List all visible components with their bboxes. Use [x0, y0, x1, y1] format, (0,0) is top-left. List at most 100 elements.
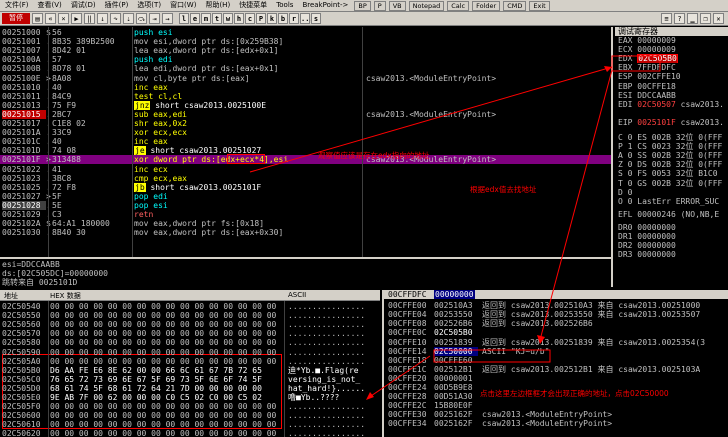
- window-letter-button[interactable]: e: [190, 13, 200, 24]
- flag-row[interactable]: C 0 ES 002B 32位 0(FFF: [615, 133, 728, 142]
- disasm-row[interactable]: 00251022.41inc ecx: [0, 165, 611, 174]
- goto-icon[interactable]: →: [162, 13, 173, 24]
- disasm-row[interactable]: 00251030.8B40 30mov eax,dword ptr ds:[ea…: [0, 228, 611, 237]
- dump-row[interactable]: 02C505C0 76 65 72 73 69 6E 67 5F 69 73 5F…: [0, 375, 380, 384]
- disasm-row[interactable]: 00251029.C3retn: [0, 210, 611, 219]
- disasm-row[interactable]: 00251028.5Epop esi: [0, 200, 611, 210]
- register-row[interactable]: EDX 02C505B0: [615, 54, 728, 64]
- window-letter-button[interactable]: l: [179, 13, 189, 24]
- disasm-row[interactable]: 0025100E>8A08mov cl,byte ptr ds:[eax]csa…: [0, 74, 611, 83]
- disassembly-pane[interactable]: 00251000$56push esi00251001.8B35 389B250…: [0, 27, 613, 257]
- dump-row[interactable]: 02C50600 00 00 00 00 00 00 00 00 00 00 00…: [0, 411, 380, 420]
- menu-tab[interactable]: Calc: [447, 0, 470, 11]
- menu-tab[interactable]: P: [373, 0, 386, 11]
- stack-row[interactable]: 00CFFE10 00251839 返回到 csaw2013.00251839 来自…: [384, 338, 728, 347]
- dump-row[interactable]: 02C505E0 9E AB 7F 00 62 00 00 00 C0 C5 02…: [0, 393, 380, 402]
- dump-row[interactable]: 02C50550 00 00 00 00 00 00 00 00 00 00 00…: [0, 311, 380, 320]
- flag-row[interactable]: O 0 LastErr ERROR_SUC: [615, 197, 728, 206]
- stack-row[interactable]: 00CFFE04 00253550 返回到 csaw2013.00253550 来自…: [384, 310, 728, 319]
- dump-row[interactable]: 02C50570 00 00 00 00 00 00 00 00 00 00 00…: [0, 329, 380, 338]
- registers-pane[interactable]: 调试寄存器 EAX 00000009 ECX 00000009 EDX 02C505…: [615, 27, 728, 289]
- menu-item[interactable]: BreakPoint->: [299, 0, 351, 11]
- menu-item[interactable]: 选项(T): [134, 0, 164, 11]
- dump-row[interactable]: 02C50590 00 00 00 00 00 00 00 00 00 00 00…: [0, 348, 380, 357]
- menu-tab[interactable]: Exit: [529, 0, 550, 11]
- menu-item[interactable]: 帮助(H): [202, 0, 233, 11]
- window-letter-button[interactable]: t: [212, 13, 222, 24]
- window-letter-button[interactable]: c: [245, 13, 255, 24]
- trace-into-icon[interactable]: ⇣: [123, 13, 134, 24]
- menu-item[interactable]: 查看(V): [35, 0, 65, 11]
- disasm-row[interactable]: 00251007.8D42 01lea eax,dword ptr ds:[ed…: [0, 46, 611, 55]
- register-row[interactable]: EBX 7FFDFDFC: [615, 63, 728, 72]
- stack-row[interactable]: 00CFFE34 0025162F csaw2013.<ModuleEntryPoi…: [384, 419, 728, 428]
- menu-item[interactable]: 文件(F): [2, 0, 32, 11]
- register-row[interactable]: ECX 00000009: [615, 45, 728, 54]
- dump-row[interactable]: 02C50560 00 00 00 00 00 00 00 00 00 00 00…: [0, 320, 380, 329]
- menu-tab[interactable]: Folder: [472, 0, 501, 11]
- menu-item[interactable]: Tools: [273, 0, 296, 11]
- disasm-row[interactable]: 0025100B.8D78 01lea edi,dword ptr ds:[ea…: [0, 64, 611, 73]
- register-row[interactable]: EDI 02C50507 csaw2013.: [615, 100, 728, 109]
- menu-item[interactable]: 快捷菜单: [236, 0, 270, 11]
- stack-row[interactable]: 00CFFE18 00CFFE60: [384, 356, 728, 365]
- run-icon[interactable]: ▶: [71, 13, 82, 24]
- dump-row[interactable]: 02C50610 00 00 00 00 00 00 00 00 00 00 00…: [0, 420, 380, 429]
- stack-pane[interactable]: 00CFFDFC 00000000 00CFFE00 002510A3 返回到 cs…: [382, 290, 728, 437]
- dump-row[interactable]: 02C505A0 00 00 00 00 00 00 00 00 00 00 00…: [0, 357, 380, 366]
- execute-till-return-icon[interactable]: ⇥: [149, 13, 160, 24]
- menu-item[interactable]: 插件(P): [102, 0, 132, 11]
- flag-row[interactable]: S 0 FS 0053 32位 B1C0: [615, 169, 728, 178]
- window-letter-button[interactable]: b: [278, 13, 288, 24]
- dump-row[interactable]: 02C50540 00 00 00 00 00 00 00 00 00 00 00…: [0, 302, 380, 311]
- flag-row[interactable]: Z 0 DS 002B 32位 0(FFF: [615, 160, 728, 169]
- stack-row[interactable]: 00CFFE2C 15B80E0F: [384, 401, 728, 410]
- disasm-row[interactable]: 00251011.84C9test cl,cl: [0, 92, 611, 101]
- disasm-row[interactable]: 0025101D.74 08je short csaw2013.00251027: [0, 146, 611, 156]
- stack-row[interactable]: 00CFFE1C 002512B1 返回到 csaw2013.002512B1 来自…: [384, 365, 728, 374]
- disasm-row[interactable]: 0025101C.40inc eax: [0, 137, 611, 146]
- register-row[interactable]: ESP 002CFFE10: [615, 72, 728, 81]
- disasm-row[interactable]: 00251001.8B35 389B2500mov esi,dword ptr …: [0, 37, 611, 46]
- rewind-icon[interactable]: «: [45, 13, 56, 24]
- menu-tab[interactable]: Notepad: [408, 0, 445, 11]
- close-icon[interactable]: ×: [58, 13, 69, 24]
- disasm-row[interactable]: 0025101F>313488xor dword ptr ds:[edx+ecx…: [0, 155, 611, 165]
- flag-row[interactable]: D 0: [615, 188, 728, 197]
- stack-row[interactable]: 00CFFE00 002510A3 返回到 csaw2013.002510A3 来自…: [384, 301, 728, 310]
- flag-row[interactable]: P 1 CS 0023 32位 0(FFF: [615, 142, 728, 151]
- pause-icon[interactable]: ‖: [84, 13, 95, 24]
- debug-register-row[interactable]: DR0 00000000: [615, 223, 728, 232]
- hex-dump-pane[interactable]: 02C50540 00 00 00 00 00 00 00 00 00 00 00…: [0, 301, 380, 437]
- flag-row[interactable]: T 0 GS 002B 32位 0(FFF: [615, 179, 728, 188]
- flag-row[interactable]: A 0 SS 002B 32位 0(FFF: [615, 151, 728, 160]
- help-icon[interactable]: ?: [674, 13, 685, 24]
- minimize-icon[interactable]: ▁: [687, 13, 698, 24]
- disasm-row[interactable]: 0025100A.57push edi: [0, 55, 611, 64]
- disasm-row[interactable]: 00251017.C1E8 02shr eax,0x2: [0, 119, 611, 128]
- dump-row[interactable]: 02C505B0 D6 AA FE E6 8E 62 00 00 66 6C 61…: [0, 366, 380, 375]
- window-close-icon[interactable]: ✕: [713, 13, 724, 24]
- options-icon[interactable]: ≡: [661, 13, 672, 24]
- menu-item[interactable]: 调试(D): [68, 0, 99, 11]
- window-letter-button[interactable]: h: [234, 13, 244, 24]
- register-row[interactable]: EAX 00000009: [615, 36, 728, 45]
- disasm-row[interactable]: 00251000$56push esi: [0, 28, 611, 37]
- window-letter-button[interactable]: w: [223, 13, 233, 24]
- restore-icon[interactable]: ❐: [700, 13, 711, 24]
- window-letter-button[interactable]: s: [311, 13, 321, 24]
- stack-row[interactable]: 00CFFE30 0025162F csaw2013.<ModuleEntryPoi…: [384, 410, 728, 419]
- debug-register-row[interactable]: DR2 00000000: [615, 241, 728, 250]
- menu-item[interactable]: 窗口(W): [167, 0, 199, 11]
- dump-row[interactable]: 02C505F0 00 00 00 00 00 00 00 00 00 00 00…: [0, 402, 380, 411]
- debug-register-row[interactable]: DR3 00000000: [615, 250, 728, 259]
- disasm-row[interactable]: 00251023.3BC8cmp ecx,eax: [0, 174, 611, 183]
- trace-over-icon[interactable]: ⤼: [136, 13, 147, 24]
- register-row[interactable]: [615, 109, 728, 118]
- register-row[interactable]: ESI DDCCAABB: [615, 91, 728, 100]
- window-letter-button[interactable]: P: [256, 13, 266, 24]
- window-letter-button[interactable]: m: [201, 13, 211, 24]
- stack-row[interactable]: 00CFFE0C 02C505B0: [384, 328, 728, 337]
- window-letter-button[interactable]: k: [267, 13, 277, 24]
- disasm-row[interactable]: 0025101A.33C9xor ecx,ecx: [0, 128, 611, 137]
